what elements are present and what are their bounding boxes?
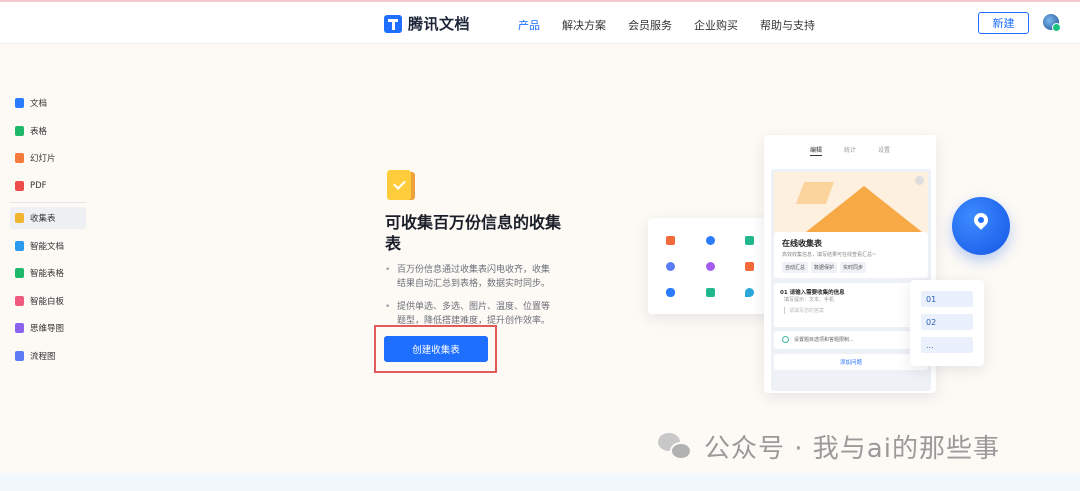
logo[interactable]: 腾讯文档 <box>384 13 470 34</box>
option-item: ... <box>921 337 973 353</box>
logo-text: 腾讯文档 <box>408 15 471 33</box>
nav-item-membership[interactable]: 会员服务 <box>628 17 672 33</box>
option-item: 02 <box>921 314 973 330</box>
tab-edit: 编辑 <box>809 147 822 156</box>
chip: 实时同步 <box>840 262 867 273</box>
top-nav: 产品 解决方案 会员服务 企业购买 帮助与支持 <box>518 17 837 33</box>
sidebar-item-doc[interactable]: 文档 <box>10 92 86 114</box>
doc-icon <box>15 98 24 108</box>
sidebar-item-whiteboard[interactable]: 智能白板 <box>10 290 86 312</box>
footer-strip <box>0 473 1080 491</box>
mindmap-icon <box>15 323 24 333</box>
sheet-icon <box>15 125 24 136</box>
chip: 数据保护 <box>811 262 838 273</box>
question-title: 01 请输入需要收集的信息 <box>780 290 845 296</box>
question-hint: 填写提示：文本、手机 <box>784 297 835 303</box>
avatar[interactable] <box>1043 14 1061 32</box>
options-panel: 01 02 ... <box>910 280 984 366</box>
smart-doc-icon <box>15 240 24 251</box>
form-info-card: 在线收集表 高效收集信息，填写结果可在线查看汇总~ 自动汇总 数据保护 实时同步 <box>774 232 928 278</box>
question-input: 请填写您的答案 <box>784 307 824 314</box>
sidebar-item-label: 智能文档 <box>30 241 65 252</box>
question-type-panel <box>648 218 772 314</box>
top-header: 腾讯文档 产品 解决方案 会员服务 企业购买 帮助与支持 新建 <box>0 2 1080 44</box>
slides-icon <box>15 153 24 163</box>
checkbox-question-icon <box>745 236 754 245</box>
sidebar-item-label: 智能白板 <box>30 296 65 307</box>
add-question-button: 添加问题 <box>774 354 928 370</box>
attachment-question-icon <box>666 288 675 297</box>
sidebar-item-slides[interactable]: 幻灯片 <box>10 147 86 169</box>
tab-settings: 设置 <box>878 147 891 154</box>
pdf-icon <box>15 180 24 191</box>
sidebar-item-smart-sheet[interactable]: 智能表格 <box>10 262 86 284</box>
new-button[interactable]: 新建 <box>978 12 1029 34</box>
option-item: 01 <box>921 291 973 307</box>
product-sidebar: 文档 表格 幻灯片 PDF 收集表 智能文档 智能表格 智能白板 思维导图 流程… <box>10 92 86 372</box>
nav-item-help[interactable]: 帮助与支持 <box>760 17 815 33</box>
chip: 自动汇总 <box>782 262 809 273</box>
sidebar-item-label: 收集表 <box>30 214 56 224</box>
wechat-icon <box>658 432 692 461</box>
form-chips: 自动汇总 数据保护 实时同步 <box>782 262 869 273</box>
sidebar-item-mindmap[interactable]: 思维导图 <box>10 317 86 339</box>
form-title: 在线收集表 <box>782 239 822 248</box>
smart-sheet-icon <box>15 268 24 278</box>
location-badge <box>952 197 1010 255</box>
question-text: 设置题目选项和答题限制... <box>794 337 854 343</box>
page-headline: 可收集百万份信息的收集表 <box>385 213 562 253</box>
sidebar-item-label: 幻灯片 <box>30 154 56 164</box>
flowchart-icon <box>15 350 24 361</box>
sidebar-divider <box>10 202 86 203</box>
tab-stats: 统计 <box>843 147 856 154</box>
dropdown-question-icon <box>706 288 715 297</box>
radio-question-icon <box>706 236 715 245</box>
time-question-icon <box>666 262 675 271</box>
feature-bullet: 百万份信息通过收集表闪电收齐，收集结果自动汇总到表格，数据实时同步。 <box>385 263 557 291</box>
sidebar-item-flowchart[interactable]: 流程图 <box>10 345 86 367</box>
question-card: 设置题目选项和答题限制... <box>774 331 928 349</box>
create-form-button[interactable]: 创建收集表 <box>384 336 488 362</box>
form-description: 高效收集信息，填写结果可在线查看汇总~ <box>782 252 877 258</box>
sidebar-item-label: 表格 <box>30 126 48 137</box>
sidebar-item-label: 智能表格 <box>30 269 65 279</box>
sidebar-item-label: PDF <box>30 180 47 191</box>
sidebar-item-sheet[interactable]: 表格 <box>10 120 86 142</box>
sidebar-item-smart-doc[interactable]: 智能文档 <box>10 235 86 257</box>
watermark-text: 公众号 · 我与ai的那些事 <box>704 434 1000 464</box>
location-pin-icon <box>971 210 991 230</box>
radio-icon <box>782 336 789 343</box>
sidebar-item-label: 文档 <box>30 99 48 109</box>
question-card: 01 请输入需要收集的信息 填写提示：文本、手机 请填写您的答案 <box>774 283 928 327</box>
signature-question-icon <box>745 262 754 271</box>
form-icon <box>387 170 415 200</box>
sidebar-item-form[interactable]: 收集表 <box>10 207 86 229</box>
location-question-icon <box>745 288 754 297</box>
tencent-docs-logo-icon <box>384 14 402 33</box>
editor-tabs: 编辑 统计 设置 <box>764 145 936 156</box>
form-icon <box>15 213 24 223</box>
nav-item-product[interactable]: 产品 <box>518 17 540 33</box>
key-question-icon <box>706 262 715 271</box>
feature-bullet: 提供单选、多选、图片、温度、位置等题型，降低搭建难度，提升创作效率。 <box>385 300 557 328</box>
whiteboard-icon <box>15 295 24 306</box>
text-question-icon <box>666 236 675 245</box>
sidebar-item-label: 流程图 <box>30 351 56 362</box>
sidebar-item-label: 思维导图 <box>30 324 65 334</box>
nav-item-solutions[interactable]: 解决方案 <box>562 17 606 33</box>
sidebar-item-pdf[interactable]: PDF <box>10 175 86 197</box>
watermark: 公众号 · 我与ai的那些事 <box>658 428 1000 465</box>
nav-item-enterprise[interactable]: 企业购买 <box>694 17 738 33</box>
form-canvas: 在线收集表 高效收集信息，填写结果可在线查看汇总~ 自动汇总 数据保护 实时同步… <box>771 169 931 391</box>
